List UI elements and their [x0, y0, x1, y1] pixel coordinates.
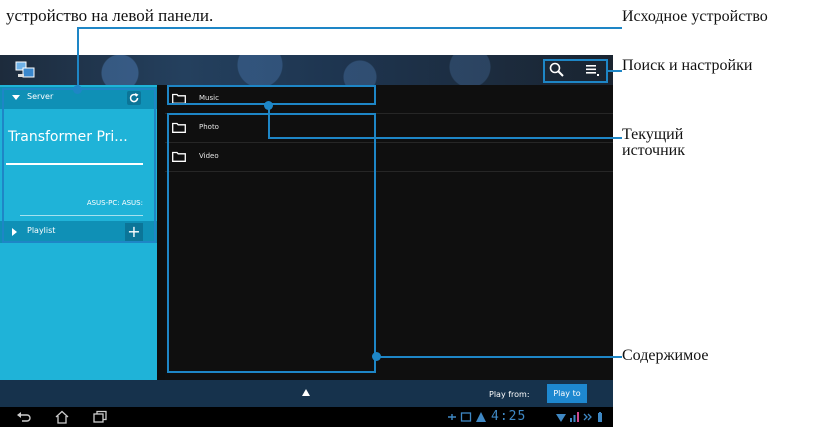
wifi-icon	[556, 414, 566, 422]
leader-line	[608, 70, 622, 72]
leader-line	[77, 27, 79, 88]
callout-dot	[372, 352, 381, 361]
callout-box-content	[167, 113, 376, 373]
expand-up-icon[interactable]	[302, 389, 310, 396]
leader-line	[376, 356, 622, 358]
home-icon[interactable]	[54, 410, 70, 424]
warning-icon	[476, 412, 486, 422]
menu-icon[interactable]	[583, 62, 601, 78]
system-nav-bar: 4:25	[0, 407, 613, 427]
play-from-label: Play from:	[489, 390, 530, 399]
battery-icon	[598, 412, 602, 422]
status-clock: 4:25	[491, 409, 527, 424]
callout-dot	[73, 85, 82, 94]
search-icon[interactable]	[548, 62, 566, 78]
callout-dot	[264, 101, 273, 110]
top-caption: устройство на левой панели.	[6, 6, 214, 25]
callout-content: Содержимое	[622, 347, 709, 364]
leader-line	[77, 27, 622, 29]
signal-icon	[570, 412, 579, 422]
leader-line	[268, 137, 622, 139]
recent-apps-icon[interactable]	[92, 410, 108, 424]
play-to-button[interactable]: Play to	[547, 384, 587, 403]
dlna-app-icon[interactable]	[14, 60, 36, 80]
usb-icon	[448, 414, 456, 420]
more-indicator-icon	[583, 413, 592, 421]
bottom-bar: Play from: Play to	[0, 380, 613, 407]
back-icon[interactable]	[16, 410, 32, 424]
callout-source-device: Исходное устройство	[622, 8, 768, 25]
callout-box-source-device	[2, 88, 156, 243]
action-bar	[0, 55, 613, 85]
callout-current-source: Текущий источник	[622, 126, 685, 159]
screenshot-icon	[460, 412, 472, 422]
callout-search-settings: Поиск и настройки	[622, 57, 753, 74]
